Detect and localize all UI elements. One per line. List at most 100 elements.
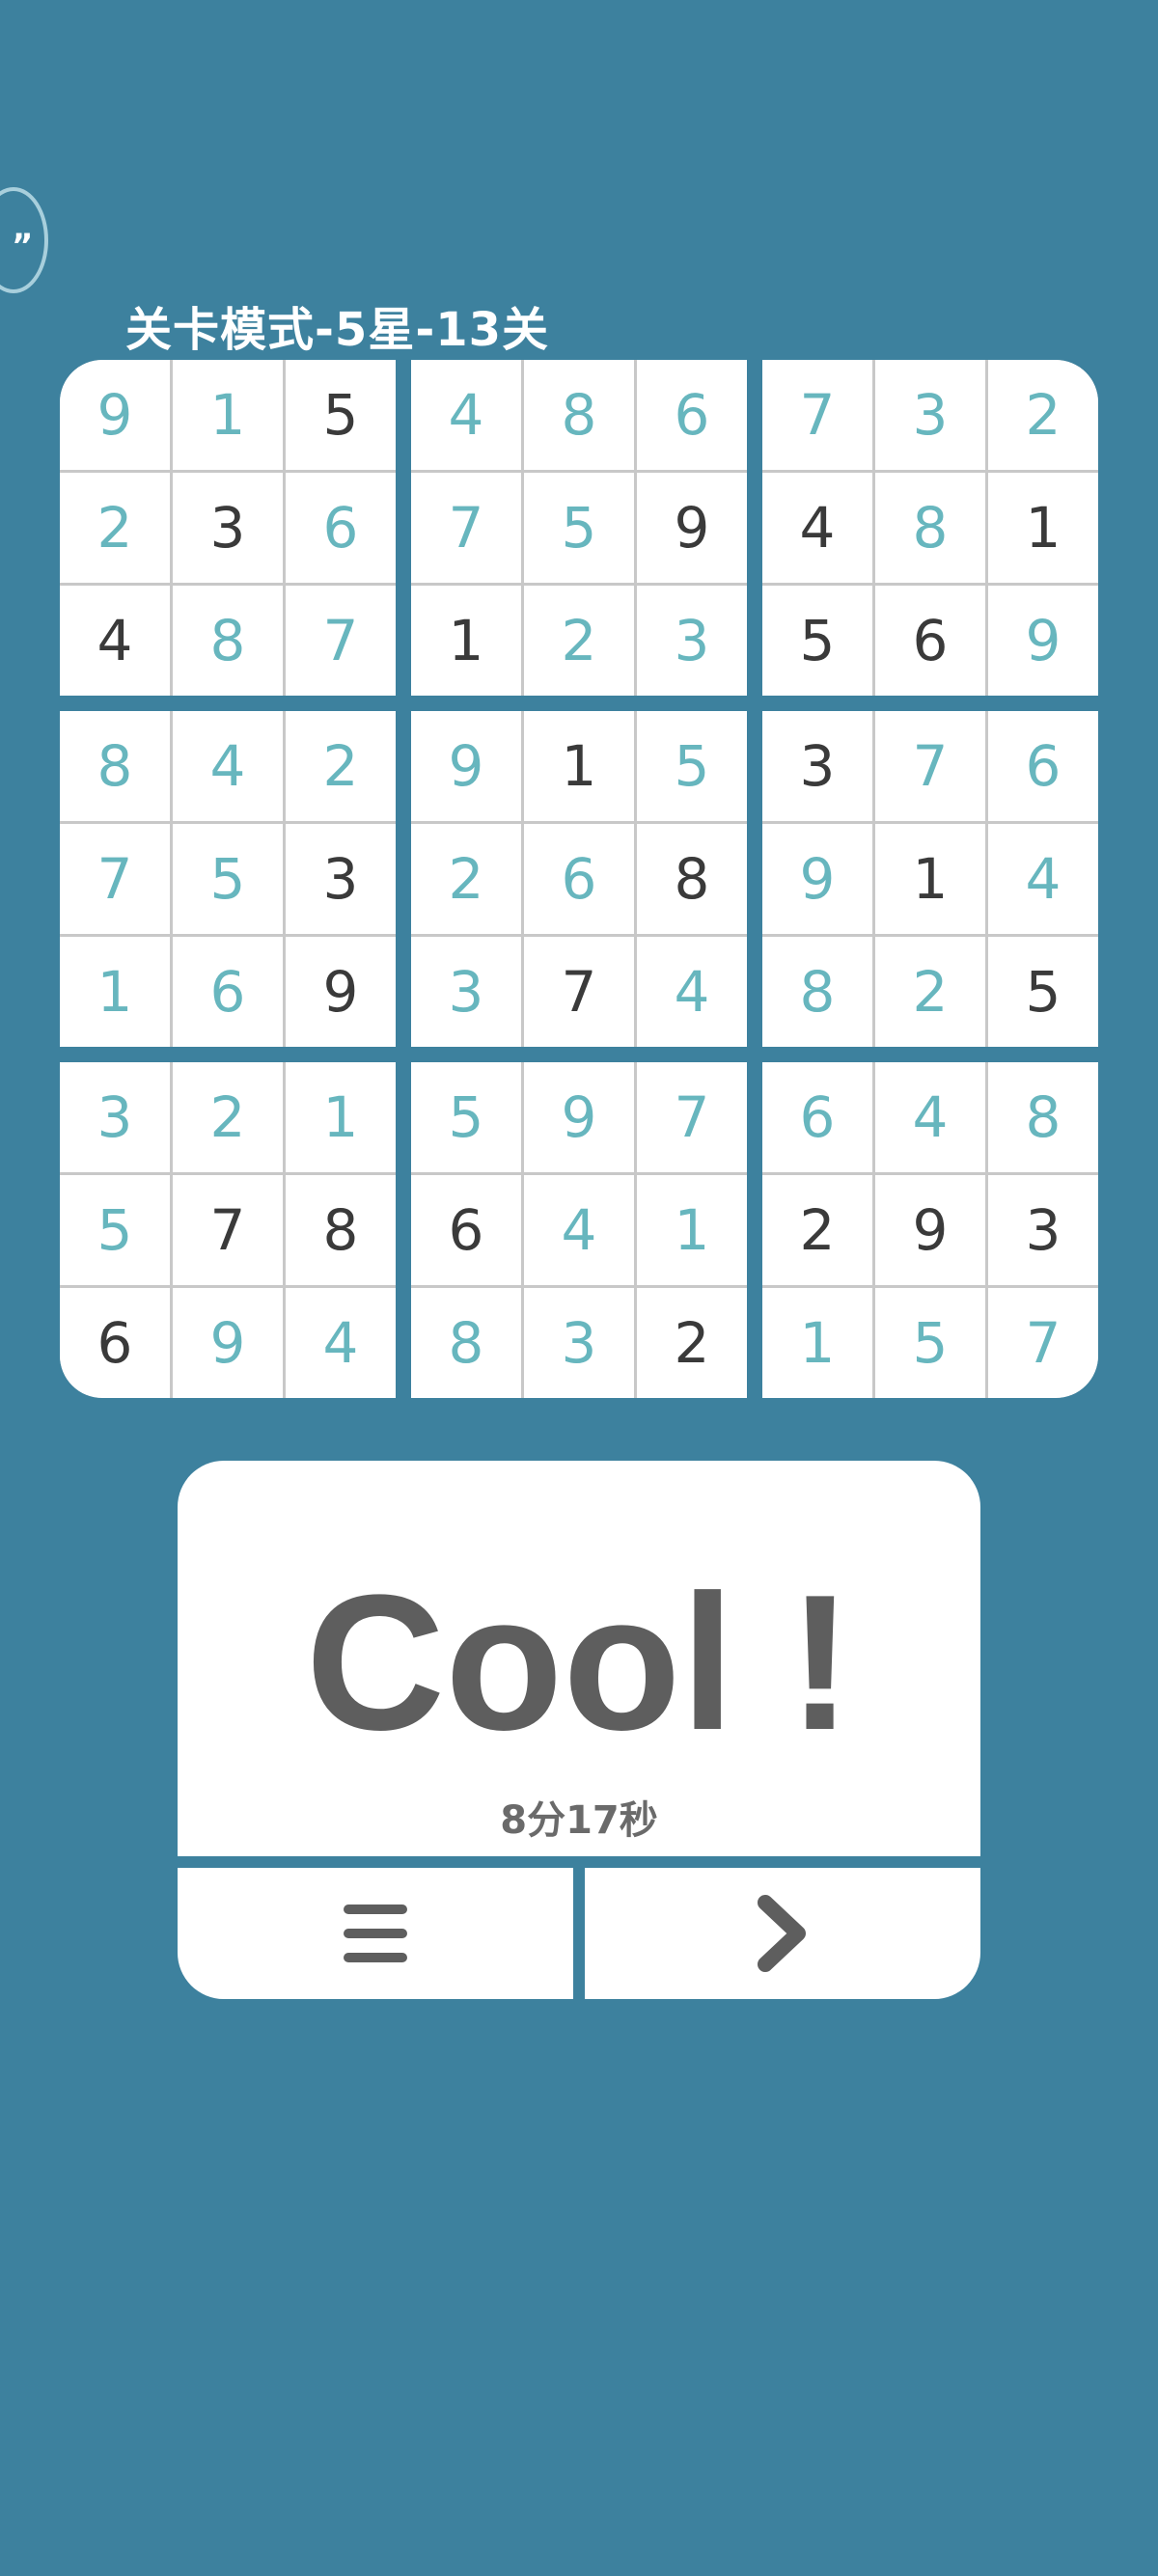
sudoku-box: 321 578 694 — [60, 1062, 396, 1398]
sudoku-box: 915 268 374 — [411, 711, 747, 1047]
sudoku-cell[interactable]: 5 — [286, 360, 396, 470]
completion-time: 8分17秒 — [500, 1798, 658, 1843]
sudoku-cell[interactable]: 2 — [637, 1288, 747, 1398]
sudoku-board: 9152364874867591237324815698427531699152… — [60, 360, 1098, 1398]
sudoku-cell[interactable]: 4 — [524, 1175, 634, 1285]
sudoku-cell[interactable]: 5 — [875, 1288, 985, 1398]
sudoku-box: 486 759 123 — [411, 360, 747, 696]
sudoku-cell[interactable]: 6 — [524, 824, 634, 934]
sudoku-cell[interactable]: 3 — [286, 824, 396, 934]
sudoku-cell[interactable]: 1 — [173, 360, 283, 470]
sudoku-cell[interactable]: 7 — [762, 360, 872, 470]
sudoku-cell[interactable]: 4 — [637, 937, 747, 1047]
chevron-right-icon — [758, 1895, 806, 1972]
sudoku-cell[interactable]: 2 — [988, 360, 1098, 470]
sudoku-cell[interactable]: 1 — [60, 937, 170, 1047]
sudoku-cell[interactable]: 8 — [286, 1175, 396, 1285]
sudoku-cell[interactable]: 9 — [524, 1062, 634, 1172]
sudoku-cell[interactable]: 6 — [762, 1062, 872, 1172]
sudoku-cell[interactable]: 4 — [60, 586, 170, 696]
sudoku-cell[interactable]: 9 — [637, 473, 747, 583]
sudoku-cell[interactable]: 6 — [411, 1175, 521, 1285]
sudoku-cell[interactable]: 2 — [173, 1062, 283, 1172]
sudoku-cell[interactable]: 4 — [411, 360, 521, 470]
sudoku-cell[interactable]: 9 — [60, 360, 170, 470]
sudoku-cell[interactable]: 1 — [286, 1062, 396, 1172]
sudoku-cell[interactable]: 5 — [988, 937, 1098, 1047]
sudoku-cell[interactable]: 4 — [988, 824, 1098, 934]
sudoku-cell[interactable]: 2 — [411, 824, 521, 934]
sudoku-cell[interactable]: 2 — [286, 711, 396, 821]
sudoku-cell[interactable]: 3 — [173, 473, 283, 583]
sudoku-cell[interactable]: 7 — [173, 1175, 283, 1285]
sudoku-cell[interactable]: 3 — [875, 360, 985, 470]
sudoku-cell[interactable]: 1 — [637, 1175, 747, 1285]
sudoku-cell[interactable]: 3 — [411, 937, 521, 1047]
quote-icon: ” — [12, 227, 34, 265]
sudoku-cell[interactable]: 9 — [875, 1175, 985, 1285]
sudoku-cell[interactable]: 8 — [411, 1288, 521, 1398]
sudoku-cell[interactable]: 8 — [637, 824, 747, 934]
sudoku-cell[interactable]: 6 — [875, 586, 985, 696]
sudoku-cell[interactable]: 3 — [60, 1062, 170, 1172]
sudoku-cell[interactable]: 7 — [411, 473, 521, 583]
sudoku-cell[interactable]: 2 — [875, 937, 985, 1047]
sudoku-cell[interactable]: 3 — [524, 1288, 634, 1398]
sudoku-cell[interactable]: 8 — [988, 1062, 1098, 1172]
sudoku-cell[interactable]: 1 — [988, 473, 1098, 583]
sudoku-cell[interactable]: 2 — [60, 473, 170, 583]
sudoku-box: 915 236 487 — [60, 360, 396, 696]
sudoku-cell[interactable]: 6 — [286, 473, 396, 583]
sudoku-cell[interactable]: 7 — [524, 937, 634, 1047]
sudoku-cell[interactable]: 6 — [988, 711, 1098, 821]
sudoku-cell[interactable]: 9 — [173, 1288, 283, 1398]
sudoku-cell[interactable]: 5 — [524, 473, 634, 583]
sudoku-cell[interactable]: 6 — [637, 360, 747, 470]
sudoku-cell[interactable]: 5 — [762, 586, 872, 696]
menu-button[interactable] — [178, 1868, 573, 1999]
sudoku-cell[interactable]: 3 — [762, 711, 872, 821]
sudoku-cell[interactable]: 6 — [60, 1288, 170, 1398]
sudoku-cell[interactable]: 1 — [524, 711, 634, 821]
sudoku-cell[interactable]: 1 — [762, 1288, 872, 1398]
sudoku-cell[interactable]: 5 — [60, 1175, 170, 1285]
result-card: Cool ! 8分17秒 — [178, 1461, 980, 1856]
sudoku-cell[interactable]: 8 — [762, 937, 872, 1047]
sudoku-box: 842 753 169 — [60, 711, 396, 1047]
sudoku-cell[interactable]: 4 — [762, 473, 872, 583]
sudoku-cell[interactable]: 4 — [875, 1062, 985, 1172]
sudoku-cell[interactable]: 8 — [60, 711, 170, 821]
sudoku-cell[interactable]: 2 — [524, 586, 634, 696]
sudoku-cell[interactable]: 9 — [286, 937, 396, 1047]
sudoku-cell[interactable]: 7 — [988, 1288, 1098, 1398]
sudoku-cell[interactable]: 9 — [988, 586, 1098, 696]
sudoku-cell[interactable]: 2 — [762, 1175, 872, 1285]
sudoku-cell[interactable]: 6 — [173, 937, 283, 1047]
sudoku-cell[interactable]: 9 — [762, 824, 872, 934]
sudoku-box: 376 914 825 — [762, 711, 1098, 1047]
sudoku-cell[interactable]: 5 — [173, 824, 283, 934]
sudoku-box: 597 641 832 — [411, 1062, 747, 1398]
sudoku-cell[interactable]: 4 — [173, 711, 283, 821]
sudoku-cell[interactable]: 1 — [411, 586, 521, 696]
result-headline: Cool ! — [305, 1555, 853, 1770]
menu-icon — [344, 1905, 407, 1962]
sudoku-cell[interactable]: 3 — [988, 1175, 1098, 1285]
sudoku-cell[interactable]: 9 — [411, 711, 521, 821]
sudoku-cell[interactable]: 7 — [286, 586, 396, 696]
sudoku-cell[interactable]: 7 — [60, 824, 170, 934]
sudoku-cell[interactable]: 7 — [637, 1062, 747, 1172]
sudoku-cell[interactable]: 4 — [286, 1288, 396, 1398]
sudoku-box: 732 481 569 — [762, 360, 1098, 696]
level-title: 关卡模式-5星-13关 — [125, 303, 550, 357]
sudoku-cell[interactable]: 8 — [875, 473, 985, 583]
sudoku-cell[interactable]: 1 — [875, 824, 985, 934]
sudoku-cell[interactable]: 3 — [637, 586, 747, 696]
next-level-button[interactable] — [585, 1868, 980, 1999]
sudoku-cell[interactable]: 7 — [875, 711, 985, 821]
sudoku-cell[interactable]: 8 — [173, 586, 283, 696]
sudoku-cell[interactable]: 8 — [524, 360, 634, 470]
floating-quote-button[interactable]: ” — [0, 187, 48, 293]
sudoku-cell[interactable]: 5 — [637, 711, 747, 821]
sudoku-cell[interactable]: 5 — [411, 1062, 521, 1172]
